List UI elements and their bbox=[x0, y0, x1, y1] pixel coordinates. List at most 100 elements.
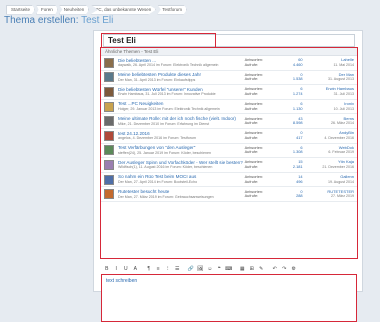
toolbar-button-18[interactable]: ⚙ bbox=[289, 266, 299, 272]
views-label: Aufrufe: bbox=[244, 120, 259, 126]
table-row[interactable]: Meine beliebtesten Produkte dieses Jahr … bbox=[101, 71, 357, 86]
editor-toolbar: B I U A ¶ ≡ ⁝ ☰ 🔗 🖼 ☺ ❝ ⌨ ▦ ⊞ ✎ ↶ ↷ ⚙ bbox=[102, 264, 358, 273]
thread-stats: Antworten: Aufrufe: 6 1.274 bbox=[245, 87, 303, 96]
thread-info: Die beliebtesten ... daywalk, 26. April … bbox=[118, 58, 245, 68]
thread-thumbnail bbox=[104, 101, 114, 112]
views-count: 1.308 bbox=[292, 149, 303, 155]
thread-thumbnail bbox=[104, 130, 114, 141]
thread-thumbnail bbox=[104, 72, 114, 83]
thread-meta: Erwin Hambaus, 31. Juli 2013 im Forum: I… bbox=[118, 92, 216, 97]
thread-meta: Mike, 21. Dezember 2010 im Forum: Erfahr… bbox=[118, 121, 210, 126]
table-row[interactable]: Der Ausleger Spinn und Vorfachköder - We… bbox=[101, 158, 357, 173]
toolbar-button-1[interactable]: I bbox=[112, 266, 122, 272]
thread-meta: Der Man, 27. April 2014 im Forum: Bootst… bbox=[118, 180, 198, 185]
last-post: Lahelle 11. Mai 2014 bbox=[303, 58, 357, 67]
last-post-date: 6. Februar 2019 bbox=[328, 150, 354, 155]
toolbar-button-4[interactable]: ¶ bbox=[144, 266, 154, 272]
thread-info: Test Verfärbungen von "den Ausleger" ste… bbox=[118, 145, 245, 155]
thread-meta: Holger, 29. Januar 2013 im Forum: Elektr… bbox=[118, 107, 220, 112]
table-row[interactable]: Test Verfärbungen von "den Ausleger" ste… bbox=[101, 144, 357, 159]
thread-title-link[interactable]: Meine ultimate Rolle: mit der ich noch f… bbox=[118, 116, 245, 122]
last-post-date: 21. Dezember 2016 bbox=[322, 164, 354, 169]
toolbar-button-5[interactable]: ≡ bbox=[154, 266, 164, 272]
breadcrumb-item-forums[interactable]: Foren bbox=[36, 4, 58, 15]
views-count: 288 bbox=[296, 193, 303, 199]
thread-meta: angelos, 4. Dezember 2016 im Forum: Test… bbox=[118, 136, 197, 141]
thread-info: test 24.12.2016 angelos, 4. Dezember 201… bbox=[118, 131, 245, 141]
last-post-date: 11. Mai 2014 bbox=[333, 62, 354, 67]
table-row[interactable]: Rutetester besucht heute Der Man, 27. Mä… bbox=[101, 187, 357, 202]
toolbar-button-16[interactable]: ↶ bbox=[270, 266, 280, 272]
table-row[interactable]: Die beliebtesten Würfel "unserer" Kunden… bbox=[101, 85, 357, 100]
last-post: Erwin Hambaus 31. Juli 2013 bbox=[303, 87, 357, 96]
thread-meta: daywalk, 26. April 2014 im Forum: Elektr… bbox=[118, 63, 219, 68]
editor-text: text schreiben bbox=[106, 278, 138, 284]
thread-info: Die beliebtesten Würfel "unserer" Kunden… bbox=[118, 87, 245, 97]
thread-stats: Antworten: Aufrufe: 14 496 bbox=[244, 174, 303, 184]
message-editor[interactable]: text schreiben bbox=[101, 274, 357, 322]
similar-threads-list: Die beliebtesten ... daywalk, 26. April … bbox=[101, 56, 357, 202]
toolbar-button-15[interactable]: ✎ bbox=[257, 266, 267, 272]
last-post: AndyBin 4. Dezember 2016 bbox=[303, 131, 357, 140]
views-count: 417 bbox=[296, 134, 303, 140]
last-post: Gallenn 19. August 2014 bbox=[303, 174, 357, 184]
thread-info: Meine ultimate Rolle: mit der ich noch f… bbox=[118, 116, 245, 126]
breadcrumb-item-news[interactable]: Neuheiten bbox=[58, 4, 90, 15]
last-post-date: 31. August 2013 bbox=[328, 77, 354, 82]
last-post: Der Man 31. August 2013 bbox=[303, 72, 357, 82]
views-label: Aufrufe: bbox=[244, 76, 259, 82]
toolbar-button-10[interactable]: ☺ bbox=[205, 266, 215, 272]
thread-stats: Antworten: Aufrufe: 0 1.538 bbox=[244, 72, 303, 82]
last-post-date: 19. August 2014 bbox=[328, 179, 354, 184]
thread-stats: Antworten: Aufrufe: 0 288 bbox=[244, 189, 303, 199]
thread-thumbnail bbox=[104, 86, 114, 97]
page-title-prefix: Thema erstellen: bbox=[4, 15, 79, 26]
views-count: 8.598 bbox=[292, 120, 303, 126]
views-label: Aufrufe: bbox=[244, 61, 259, 67]
breadcrumb-item-home[interactable]: Startseite bbox=[6, 4, 36, 15]
toolbar-button-0[interactable]: B bbox=[102, 266, 112, 272]
views-label: Aufrufe: bbox=[244, 90, 259, 96]
breadcrumb: Startseite Foren Neuheiten PC, das unbek… bbox=[6, 4, 188, 15]
views-label: Aufrufe: bbox=[244, 193, 259, 199]
thread-meta: steffen(24), 25. Januar 2019 im Forum: K… bbox=[118, 150, 212, 155]
last-post-date: 26. März 2014 bbox=[331, 121, 354, 126]
views-count: 1.538 bbox=[292, 76, 303, 82]
last-post: WebDok 6. Februar 2019 bbox=[303, 145, 357, 155]
toolbar-button-2[interactable]: U bbox=[121, 266, 131, 272]
views-label: Aufrufe: bbox=[244, 178, 259, 184]
table-row[interactable]: Meine ultimate Rolle: mit der ich noch f… bbox=[101, 114, 357, 129]
breadcrumb-item-category[interactable]: PC, das unbekannte Wesen bbox=[90, 4, 157, 15]
breadcrumb-item-testforum[interactable]: Testforum bbox=[157, 4, 188, 15]
toolbar-button-14[interactable]: ⊞ bbox=[247, 266, 257, 272]
views-label: Aufrufe: bbox=[244, 149, 259, 155]
page: Startseite Foren Neuheiten PC, das unbek… bbox=[0, 0, 380, 322]
thread-stats: Antworten: Aufrufe: 43 8.598 bbox=[244, 116, 303, 126]
toolbar-button-7[interactable]: ☰ bbox=[173, 266, 183, 272]
toolbar-button-12[interactable]: ⌨ bbox=[224, 266, 234, 272]
table-row[interactable]: So nahm ein Rüo Test beim MOCI aus Der M… bbox=[101, 173, 357, 188]
thread-thumbnail bbox=[104, 174, 114, 185]
page-title-thread: Test Eli bbox=[81, 15, 114, 26]
thread-stats: Antworten: Aufrufe: 60 4.460 bbox=[245, 58, 303, 67]
page-title: Thema erstellen: Test Eli bbox=[4, 15, 113, 26]
thread-meta: Der Man, 27. März 2019 im Forum: Gebrauc… bbox=[118, 194, 214, 199]
toolbar-button-9[interactable]: 🖼 bbox=[196, 266, 206, 272]
last-post-date: 31. Juli 2013 bbox=[333, 91, 354, 96]
thread-thumbnail bbox=[104, 116, 114, 127]
table-row[interactable]: test 24.12.2016 angelos, 4. Dezember 201… bbox=[101, 129, 357, 144]
views-label: Aufrufe: bbox=[244, 134, 259, 140]
toolbar-button-11[interactable]: ❝ bbox=[215, 266, 225, 272]
table-row[interactable]: Die beliebtesten ... daywalk, 26. April … bbox=[101, 56, 357, 71]
toolbar-button-17[interactable]: ↷ bbox=[280, 266, 290, 272]
views-count: 2.181 bbox=[292, 163, 303, 169]
table-row[interactable]: Test ...PC Neuigkeiten Holger, 29. Janua… bbox=[101, 100, 357, 115]
last-post-date: 10. Juli 2013 bbox=[333, 106, 354, 111]
toolbar-button-3[interactable]: A bbox=[131, 266, 141, 272]
thread-stats: Antworten: Aufrufe: 15 2.181 bbox=[245, 160, 303, 169]
thread-thumbnail bbox=[104, 159, 114, 170]
toolbar-button-8[interactable]: 🔗 bbox=[186, 266, 196, 272]
toolbar-button-13[interactable]: ▦ bbox=[238, 266, 248, 272]
toolbar-button-6[interactable]: ⁝ bbox=[163, 266, 173, 272]
last-post-date: 4. Dezember 2016 bbox=[324, 135, 354, 140]
